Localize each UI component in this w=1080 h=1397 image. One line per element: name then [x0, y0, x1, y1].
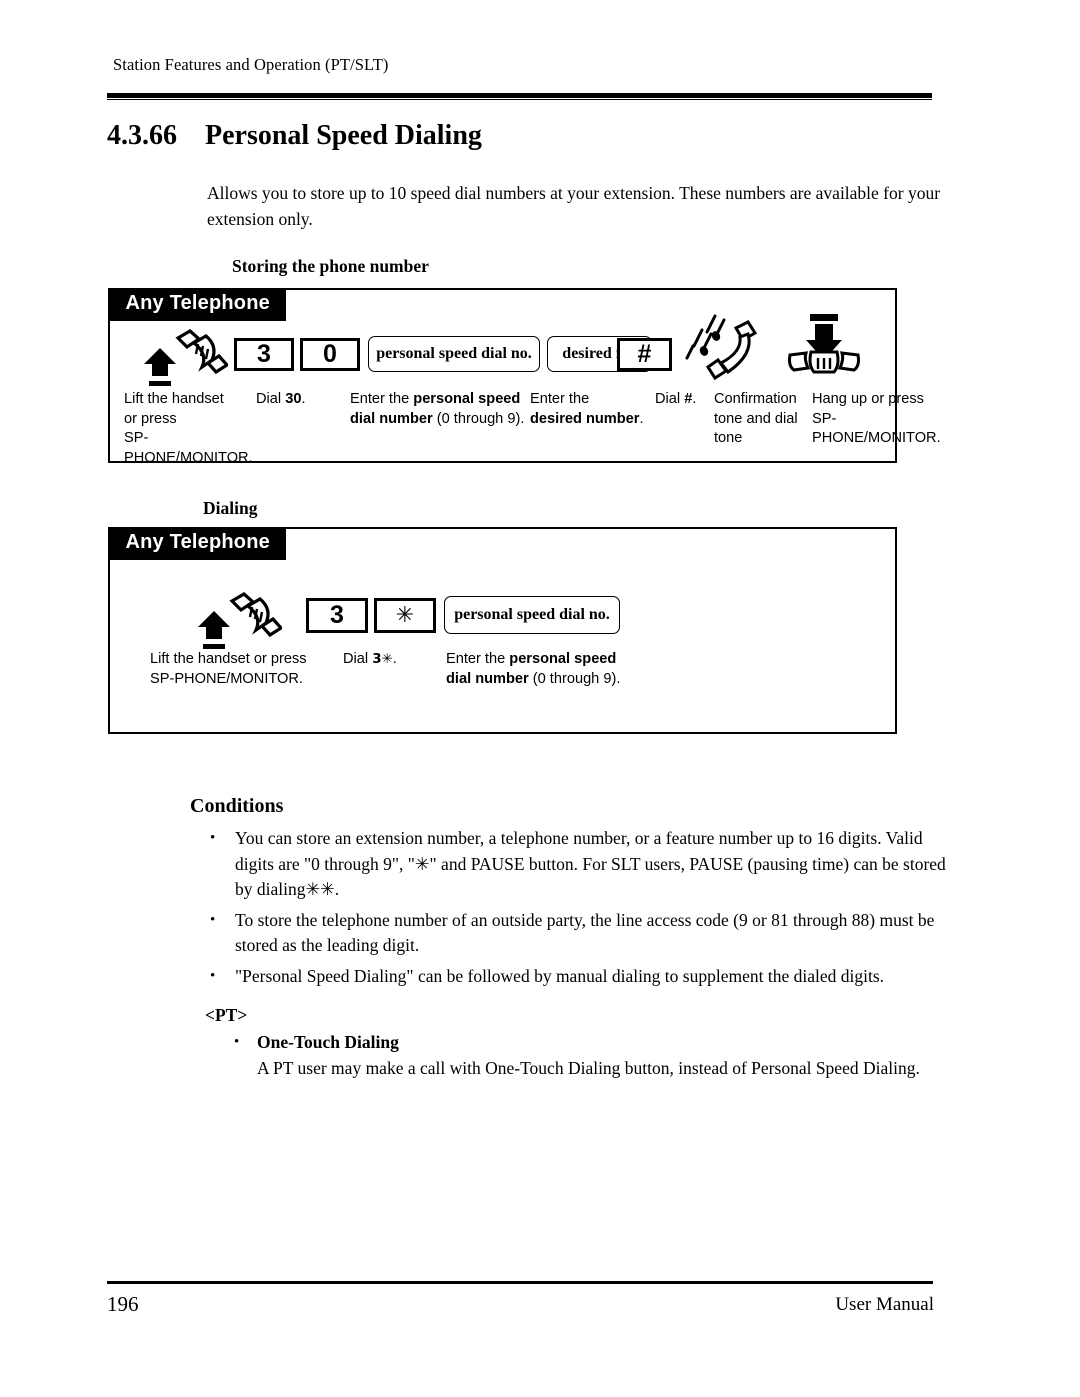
section-number: 4.3.66 — [107, 120, 177, 151]
caption-text: . — [692, 391, 697, 407]
caption-bold: 30 — [285, 391, 302, 407]
caption-step-1: Lift the handset or press SP-PHONE/MONIT… — [124, 390, 254, 468]
key-0[interactable]: 0 — [300, 338, 360, 371]
caption-line: tone and dial — [714, 410, 798, 427]
lift-handset-icon — [142, 326, 228, 388]
caption-bold: dial number — [446, 670, 529, 687]
caption-text: (0 through 9). — [528, 670, 621, 687]
pt-item-body: A PT user may make a call with One-Touch… — [257, 1057, 920, 1078]
caption-step-7: Hang up or press SP-PHONE/MONITOR. — [812, 390, 962, 449]
caption-text: Enter the — [350, 391, 414, 407]
hang-up-icon — [782, 312, 868, 376]
lift-handset-icon — [196, 589, 282, 651]
caption-text: Dial — [655, 391, 685, 407]
caption-text: (0 through 9). — [432, 410, 525, 427]
diagram-banner-dialing: Any Telephone — [107, 526, 286, 560]
key-3[interactable]: 3 — [234, 338, 294, 371]
subheading-dialing: Dialing — [203, 498, 258, 518]
caption-text: Dial — [256, 391, 286, 407]
list-item: "Personal Speed Dialing" can be followed… — [205, 964, 950, 990]
caption-bold: personal speed — [413, 391, 521, 407]
caption-bold: 3✳ — [372, 652, 393, 667]
footer-rule — [107, 1281, 933, 1284]
key-3[interactable]: 3 — [306, 598, 368, 633]
caption-line: Lift the handset or press — [150, 651, 307, 667]
caption-step-6: Confirmation tone and dial tone — [714, 390, 814, 449]
caption-line: SP-PHONE/MONITOR. — [124, 430, 253, 466]
intro-paragraph: Allows you to store up to 10 speed dial … — [207, 183, 941, 229]
caption-step-4: Enter the desired number. — [530, 390, 650, 429]
key-hash[interactable]: # — [617, 338, 672, 371]
caption-bold: personal speed — [509, 651, 617, 667]
caption-line: tone — [714, 430, 743, 446]
storing-diagram: Any Telephone 3 0 personal speed dial no… — [107, 287, 941, 466]
conditions-list: You can store an extension number, a tel… — [205, 826, 950, 994]
caption-text: . — [392, 651, 397, 667]
key-star[interactable]: ✳ — [374, 598, 436, 633]
caption-line: or press — [124, 410, 177, 427]
caption-text: Enter the — [446, 651, 510, 667]
caption-step-3: Enter the personal speed dial number (0 … — [350, 390, 530, 429]
caption-dial-step-1: Lift the handset or press SP-PHONE/MONIT… — [150, 650, 350, 689]
running-head: Station Features and Operation (PT/SLT) — [113, 55, 389, 74]
page-number: 196 — [107, 1292, 139, 1316]
pt-label: <PT> — [205, 1005, 248, 1025]
var-personal-speed-dial-no[interactable]: personal speed dial no. — [368, 336, 540, 372]
caption-dial-step-2: Dial 3✳. — [343, 650, 443, 670]
caption-line: Confirmation — [714, 391, 797, 407]
subheading-storing: Storing the phone number — [232, 256, 429, 276]
list-item: One-Touch Dialing A PT user may make a c… — [230, 1030, 950, 1081]
var-personal-speed-dial-no[interactable]: personal speed dial no. — [444, 596, 620, 634]
caption-text: Dial — [343, 651, 373, 667]
ringing-handset-icon — [680, 310, 764, 382]
document-label: User Manual — [835, 1294, 934, 1315]
caption-bold: dial number — [350, 410, 433, 427]
pt-section: One-Touch Dialing A PT user may make a c… — [230, 1030, 950, 1081]
caption-text: . — [639, 410, 644, 427]
manual-page: Station Features and Operation (PT/SLT) … — [0, 0, 1080, 1397]
caption-dial-step-3: Enter the personal speed dial number (0 … — [446, 650, 646, 689]
caption-text: . — [301, 391, 306, 407]
caption-line: SP-PHONE/MONITOR. — [150, 670, 303, 687]
section-title: Personal Speed Dialing — [205, 120, 482, 151]
caption-bold: desired number — [530, 410, 640, 427]
caption-line: Hang up or press — [812, 391, 924, 407]
diagram-banner-storing: Any Telephone — [107, 287, 286, 321]
caption-line: SP-PHONE/MONITOR. — [812, 410, 941, 447]
pt-item-title: One-Touch Dialing — [257, 1032, 399, 1052]
caption-text: Enter the — [530, 391, 590, 407]
header-rule — [107, 93, 932, 100]
page-title: 4.3.66 Personal Speed Dialing — [107, 120, 947, 152]
caption-line: Lift the handset — [124, 391, 224, 407]
conditions-heading: Conditions — [190, 795, 284, 817]
dialing-diagram: Any Telephone 3 ✳ personal speed dial no… — [107, 526, 897, 734]
list-item: To store the telephone number of an outs… — [205, 908, 950, 959]
list-item: You can store an extension number, a tel… — [205, 826, 950, 903]
